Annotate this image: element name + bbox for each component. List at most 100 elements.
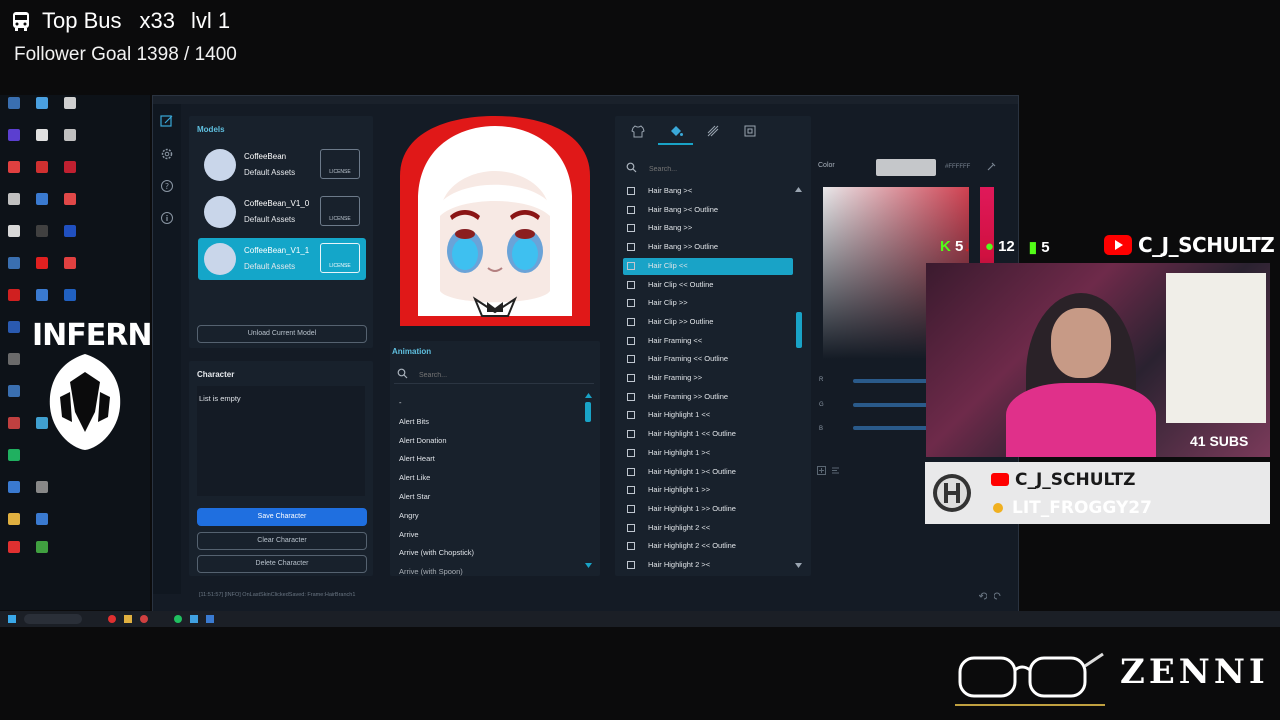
desktop-icon[interactable] [8,481,20,493]
model-row[interactable]: CoffeeBean Default Assets LICENSE [198,144,366,186]
license-button[interactable]: LICENSE [320,149,360,179]
parts-scrollbar[interactable] [796,312,802,348]
desktop-icon[interactable] [8,417,20,429]
desktop-icon[interactable] [8,449,20,461]
part-checkbox[interactable] [627,392,635,401]
desktop-icon[interactable] [64,129,76,141]
part-row[interactable]: Hair Highlight 1 >> [623,482,793,499]
part-checkbox[interactable] [627,224,635,233]
model-row[interactable]: CoffeeBean_V1_0 Default Assets LICENSE [198,191,366,233]
animation-item[interactable]: Arrive (with Chopstick) [399,548,474,557]
color-hex[interactable]: #FFFFFF [945,164,970,170]
part-checkbox[interactable] [627,261,635,270]
taskbar-app-icon[interactable] [108,615,116,623]
part-row[interactable]: Hair Highlight 1 >< Outline [623,464,793,481]
desktop-icon[interactable] [64,193,76,205]
info-icon[interactable] [160,211,174,225]
part-row[interactable]: Hair Clip << Outline [623,277,793,294]
delete-character-button[interactable]: Delete Character [197,555,367,573]
animation-item[interactable]: Arrive [399,530,419,539]
desktop-icon[interactable] [8,321,20,333]
part-checkbox[interactable] [627,336,635,345]
paint-bucket-icon[interactable] [669,124,683,138]
part-checkbox[interactable] [627,504,635,513]
desktop-icon[interactable] [8,541,20,553]
animation-item[interactable]: Angry [399,511,419,520]
part-row[interactable]: Hair Highlight 1 >> Outline [623,501,793,518]
unload-model-button[interactable]: Unload Current Model [197,325,367,343]
desktop-icon[interactable] [36,289,48,301]
part-row[interactable]: Hair Framing >> [623,370,793,387]
part-checkbox[interactable] [627,243,635,252]
part-row[interactable]: Hair Bang >> [623,220,793,237]
part-checkbox[interactable] [627,280,635,289]
part-checkbox[interactable] [627,187,635,195]
part-row[interactable]: Hair Bang >> Outline [623,239,793,256]
part-row[interactable]: Hair Framing << Outline [623,351,793,368]
part-checkbox[interactable] [627,523,635,532]
desktop-icon[interactable] [8,129,20,141]
part-row[interactable]: Hair Bang >< Outline [623,202,793,219]
part-checkbox[interactable] [627,374,635,382]
desktop-icon[interactable] [8,193,20,205]
help-icon[interactable]: ? [160,179,174,193]
chevron-down-icon[interactable] [585,563,592,568]
save-character-button[interactable]: Save Character [197,508,367,526]
redo-icon[interactable] [994,592,1002,600]
animation-item[interactable]: Arrive (with Spoon) [399,567,463,576]
eyedropper-icon[interactable] [986,161,997,172]
animation-search-input[interactable] [417,368,591,382]
desktop-icon[interactable] [36,129,48,141]
part-row[interactable]: Hair Clip >> [623,295,793,312]
part-checkbox[interactable] [627,542,635,551]
taskbar-app-icon[interactable] [124,615,132,623]
taskbar-app-icon[interactable] [190,615,198,623]
desktop-icon[interactable] [36,161,48,173]
desktop-icon[interactable] [36,513,48,525]
desktop-icon[interactable] [36,193,48,205]
part-row[interactable]: Hair Highlight 1 >< [623,445,793,462]
license-button[interactable]: LICENSE [320,243,360,273]
desktop-icon[interactable] [8,97,20,109]
part-checkbox[interactable] [627,299,635,308]
chevron-down-icon[interactable] [795,563,802,568]
part-checkbox[interactable] [627,355,635,364]
animation-item[interactable]: Alert Bits [399,417,429,426]
part-row[interactable]: Hair Framing >> Outline [623,389,793,406]
add-icon[interactable] [817,466,826,475]
desktop-icon[interactable] [8,289,20,301]
taskbar-app-icon[interactable] [174,615,182,623]
layers-icon[interactable] [743,124,757,138]
animation-item[interactable]: Alert Donation [399,436,447,445]
part-row[interactable]: Hair Highlight 1 << [623,407,793,424]
color-swatch[interactable] [876,159,936,176]
desktop-icon[interactable] [8,225,20,237]
desktop-icon[interactable] [36,257,48,269]
part-checkbox[interactable] [627,561,635,569]
parts-search-input[interactable] [647,162,801,176]
desktop-icon[interactable] [8,385,20,397]
animation-item[interactable]: - [399,398,402,407]
desktop-icon[interactable] [64,161,76,173]
edit-icon[interactable] [160,114,174,128]
desktop-icon[interactable] [64,257,76,269]
desktop-icon[interactable] [36,481,48,493]
magic-wand-icon[interactable] [706,124,720,138]
animation-item[interactable]: Alert Like [399,473,430,482]
part-checkbox[interactable] [627,430,635,439]
part-row[interactable]: Hair Highlight 1 << Outline [623,426,793,443]
part-checkbox[interactable] [627,205,635,214]
desktop-icon[interactable] [36,225,48,237]
part-checkbox[interactable] [627,486,635,495]
desktop-icon[interactable] [36,97,48,109]
part-row-selected[interactable]: Hair Clip << [623,257,793,275]
part-row[interactable]: Hair Bang >< [623,183,793,200]
part-checkbox[interactable] [627,448,635,457]
undo-icon[interactable] [979,592,987,600]
shirt-icon[interactable] [631,124,645,138]
desktop-icon[interactable] [36,541,48,553]
chevron-up-icon[interactable] [585,393,592,398]
part-row[interactable]: Hair Framing << [623,333,793,350]
part-row[interactable]: Hair Highlight 2 << [623,520,793,537]
b-slider[interactable] [853,426,928,430]
